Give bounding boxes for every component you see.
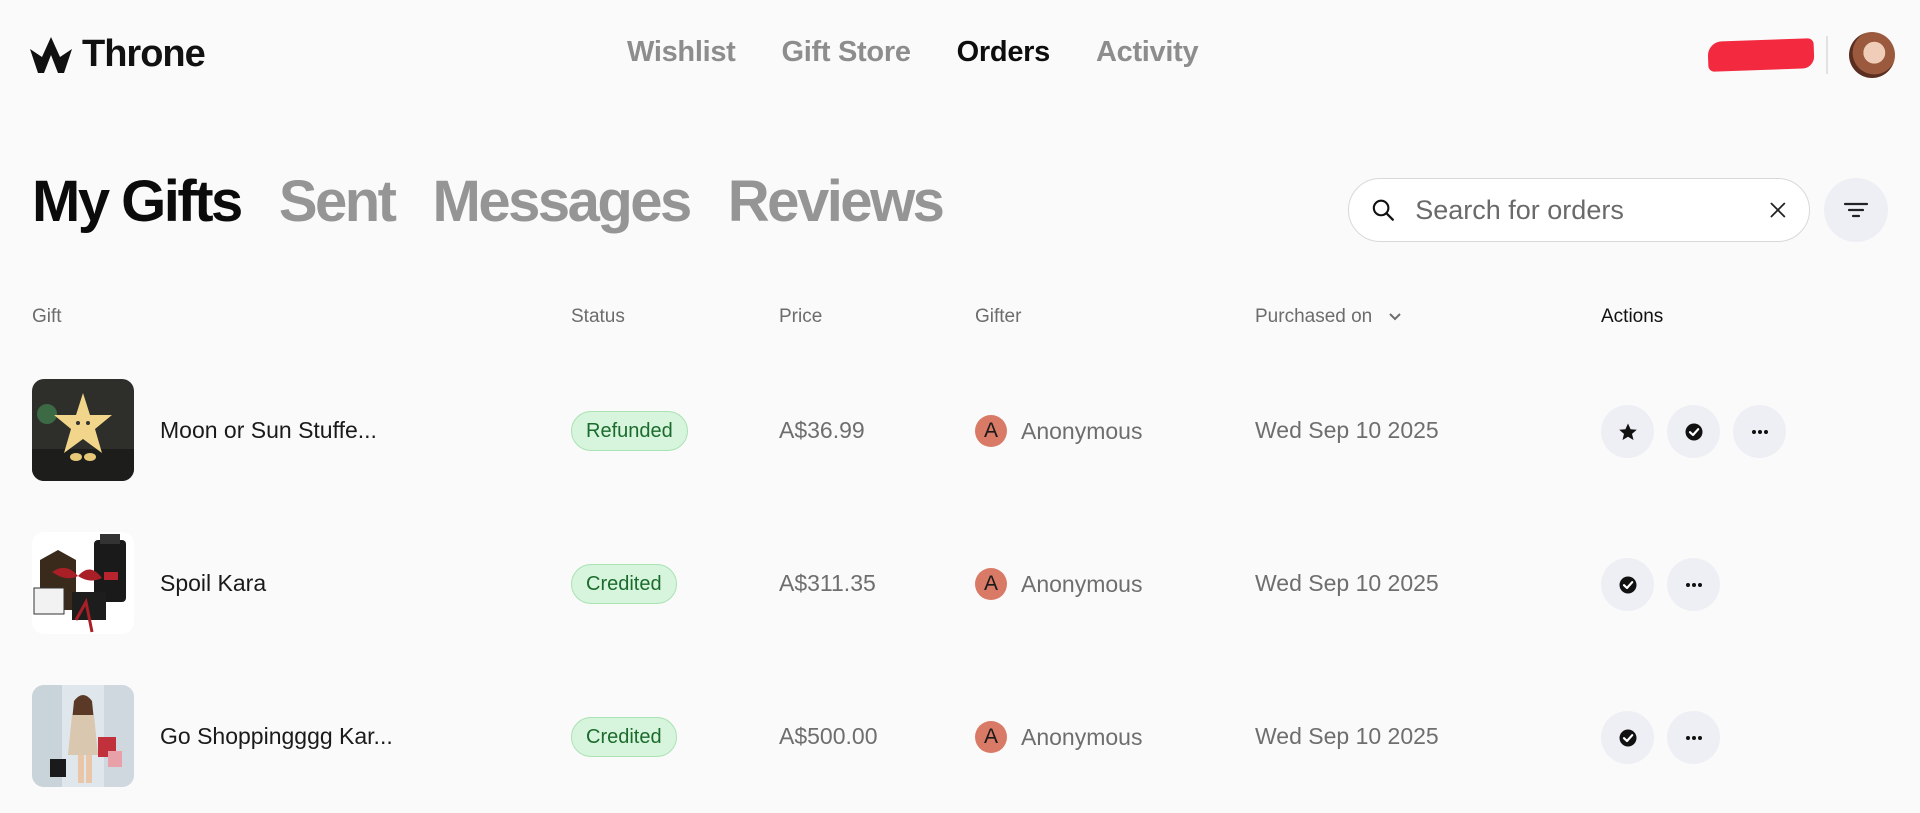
purchase-date: Wed Sep 10 2025 (1255, 570, 1439, 596)
gift-name[interactable]: Moon or Sun Stuffe... (160, 417, 377, 444)
table-header: Gift Status Price Gifter Purchased on Ac… (0, 306, 1920, 330)
gifter: A Anonymous (975, 568, 1142, 600)
gifter-name: Anonymous (1021, 723, 1143, 750)
tab-sent[interactable]: Sent (279, 168, 397, 235)
gifter: A Anonymous (975, 415, 1142, 447)
tab-messages[interactable]: Messages (433, 168, 693, 235)
more-icon (1685, 735, 1702, 740)
column-header-purchased-on[interactable]: Purchased on (1255, 306, 1402, 328)
row-actions (1601, 711, 1720, 764)
gift-price: A$311.35 (779, 570, 876, 596)
nav-gift-store[interactable]: Gift Store (782, 36, 911, 69)
more-icon (1751, 429, 1768, 434)
column-header-status: Status (571, 306, 625, 327)
gifter-name: Anonymous (1021, 417, 1143, 444)
tab-my-gifts[interactable]: My Gifts (32, 168, 243, 235)
search-icon (1372, 199, 1394, 221)
nav-orders[interactable]: Orders (957, 36, 1051, 69)
review-button[interactable] (1601, 405, 1654, 458)
row-actions (1601, 405, 1786, 458)
chevron-down-icon (1388, 313, 1401, 321)
status-badge: Refunded (571, 411, 688, 451)
gift-name[interactable]: Spoil Kara (160, 570, 266, 597)
purchase-date: Wed Sep 10 2025 (1255, 417, 1439, 443)
gift-thumbnail-star-plush (32, 379, 134, 481)
nav-activity[interactable]: Activity (1096, 36, 1199, 69)
more-options-button[interactable] (1667, 558, 1720, 611)
gifter-avatar: A (975, 568, 1007, 600)
table-row[interactable]: Moon or Sun Stuffe... Refunded A$36.99 A… (0, 379, 1920, 483)
main-nav: Wishlist Gift Store Orders Activity (627, 36, 1199, 69)
nav-wishlist[interactable]: Wishlist (627, 36, 736, 69)
verify-button[interactable] (1601, 711, 1654, 764)
divider (1826, 36, 1828, 74)
gift-name[interactable]: Go Shoppingggg Kar... (160, 723, 393, 750)
user-avatar[interactable] (1849, 32, 1895, 78)
gifter-avatar: A (975, 721, 1007, 753)
redacted-username (1707, 38, 1815, 72)
gift-thumbnail-gift-bundle (32, 532, 134, 634)
check-badge-icon (1619, 729, 1636, 746)
column-header-gifter: Gifter (975, 306, 1022, 327)
more-options-button[interactable] (1667, 711, 1720, 764)
brand-logo[interactable]: Throne (28, 33, 206, 76)
gift-thumbnail-shopping-illustration (32, 685, 134, 787)
section-tabs: My Gifts Sent Messages Reviews (32, 168, 945, 235)
column-header-actions: Actions (1601, 306, 1664, 327)
table-row[interactable]: Go Shoppingggg Kar... Credited A$500.00 … (0, 685, 1920, 789)
close-icon[interactable] (1769, 199, 1787, 221)
gifter-name: Anonymous (1021, 570, 1143, 597)
verify-button[interactable] (1667, 405, 1720, 458)
purchased-on-label: Purchased on (1255, 306, 1373, 327)
check-badge-icon (1685, 423, 1702, 440)
table-row[interactable]: Spoil Kara Credited A$311.35 A Anonymous… (0, 532, 1920, 636)
more-icon (1685, 582, 1702, 587)
top-navigation: Throne Wishlist Gift Store Orders Activi… (0, 0, 1920, 110)
tab-reviews[interactable]: Reviews (728, 168, 945, 235)
search-input[interactable] (1415, 194, 1770, 226)
crown-logo-icon (30, 36, 72, 73)
column-header-price: Price (779, 306, 823, 327)
gift-price: A$500.00 (779, 723, 878, 749)
gift-price: A$36.99 (779, 417, 865, 443)
star-icon (1618, 423, 1637, 440)
verify-button[interactable] (1601, 558, 1654, 611)
gifter-avatar: A (975, 415, 1007, 447)
search-bar (1348, 178, 1810, 242)
column-header-gift: Gift (32, 306, 62, 327)
gifter: A Anonymous (975, 721, 1142, 753)
purchase-date: Wed Sep 10 2025 (1255, 723, 1439, 749)
row-actions (1601, 558, 1720, 611)
status-badge: Credited (571, 717, 677, 757)
status-badge: Credited (571, 564, 677, 604)
brand-name: Throne (82, 33, 206, 75)
more-options-button[interactable] (1733, 405, 1786, 458)
filter-icon (1843, 202, 1869, 218)
check-badge-icon (1619, 576, 1636, 593)
filter-button[interactable] (1824, 178, 1888, 242)
